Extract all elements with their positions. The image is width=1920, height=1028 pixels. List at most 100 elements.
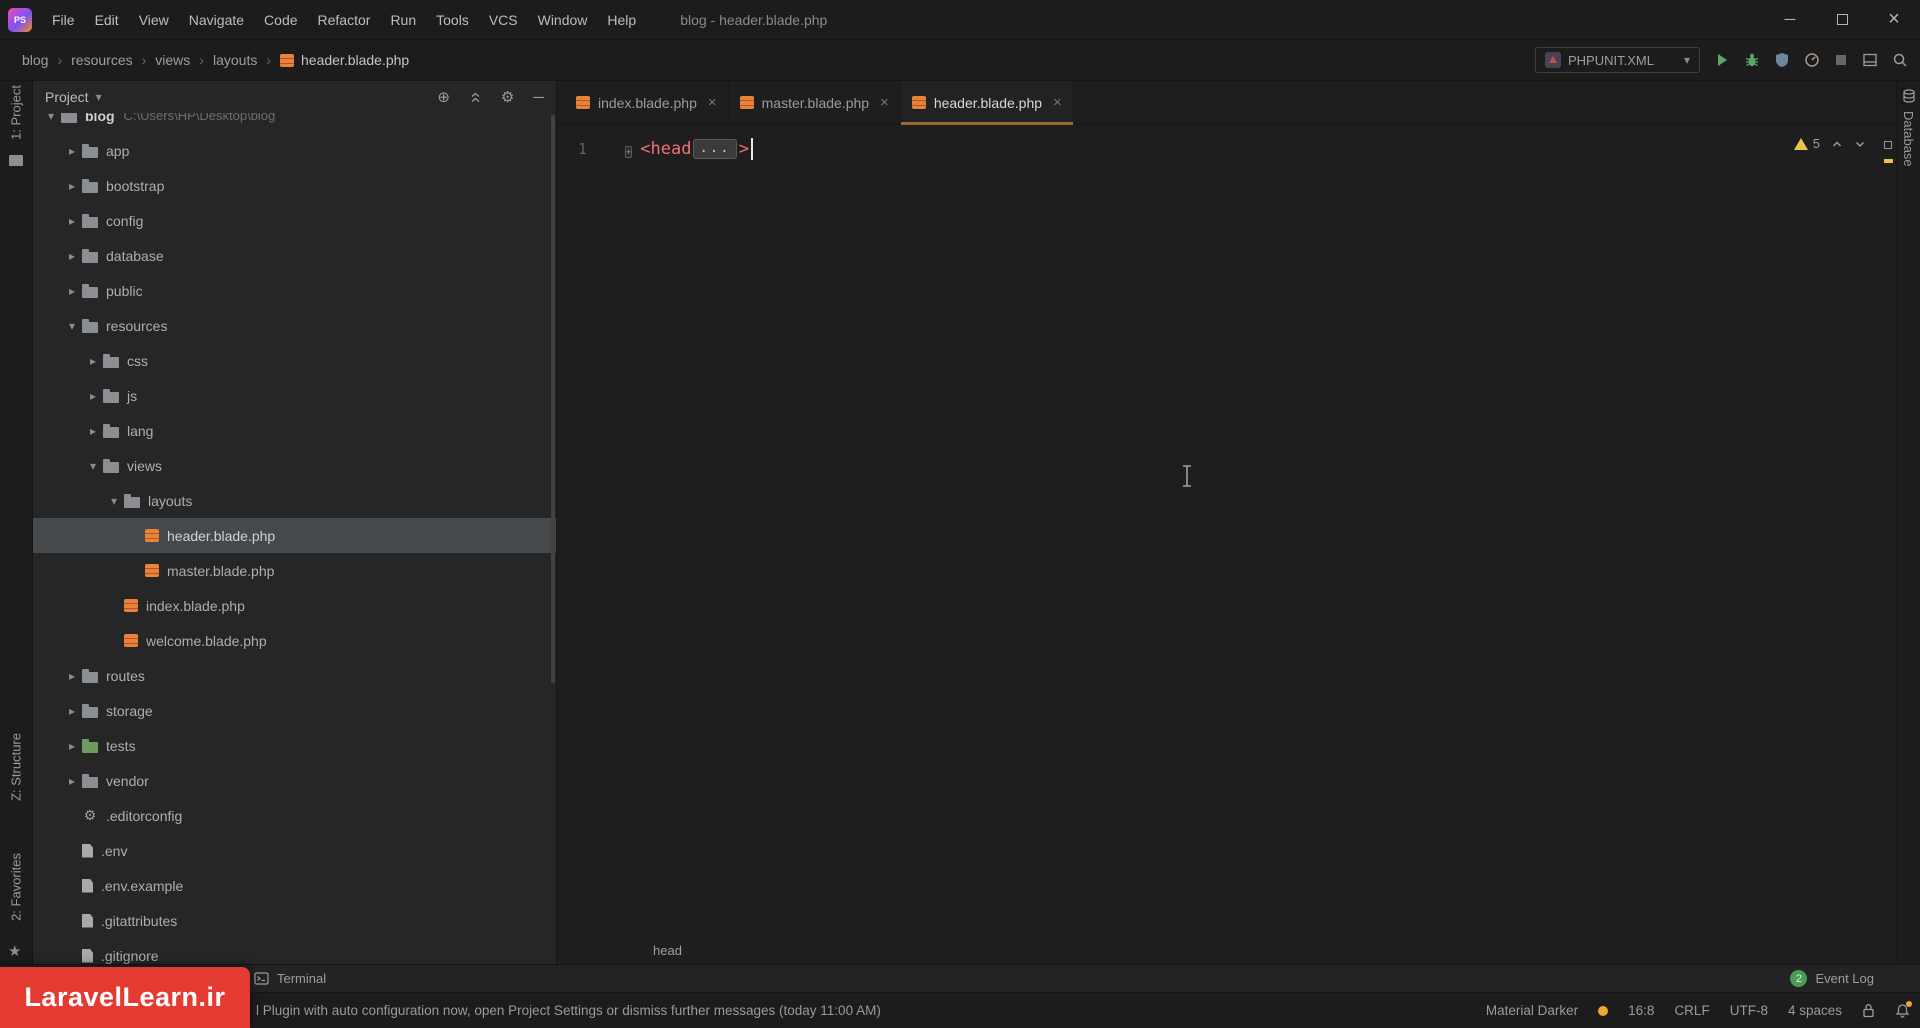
chevron-icon[interactable] bbox=[62, 739, 82, 753]
tree-item[interactable]: master.blade.php bbox=[33, 553, 556, 588]
menu-item[interactable]: Refactor bbox=[308, 7, 381, 33]
breadcrumb-item[interactable]: views bbox=[155, 52, 213, 68]
folder-icon[interactable] bbox=[9, 155, 23, 166]
menu-item[interactable]: Run bbox=[380, 7, 426, 33]
minimize-button[interactable]: ─ bbox=[1764, 0, 1816, 39]
tree-item[interactable]: public bbox=[33, 273, 556, 308]
next-problem-button[interactable] bbox=[1854, 138, 1866, 150]
menu-item[interactable]: Help bbox=[597, 7, 646, 33]
tree-item[interactable]: css bbox=[33, 343, 556, 378]
tab-close-icon[interactable]: × bbox=[880, 94, 889, 111]
tree-item[interactable]: storage bbox=[33, 693, 556, 728]
tree-item[interactable]: database bbox=[33, 238, 556, 273]
line-separator[interactable]: CRLF bbox=[1674, 1003, 1709, 1018]
tree-item[interactable]: welcome.blade.php bbox=[33, 623, 556, 658]
fold-marker-icon[interactable]: + bbox=[625, 145, 633, 158]
error-stripe-warning-mark[interactable] bbox=[1884, 159, 1893, 163]
status-message[interactable]: l Plugin with auto configuration now, op… bbox=[256, 1003, 881, 1018]
chevron-down-icon[interactable]: ▾ bbox=[96, 90, 102, 104]
maximize-button[interactable] bbox=[1816, 0, 1868, 39]
notifications-bell-icon[interactable] bbox=[1895, 1001, 1912, 1018]
breadcrumb-item[interactable]: blog bbox=[22, 52, 71, 68]
chevron-icon[interactable] bbox=[83, 459, 103, 473]
breadcrumb-file[interactable]: header.blade.php bbox=[280, 52, 409, 68]
locate-file-button[interactable]: ⊕ bbox=[437, 88, 450, 106]
prev-problem-button[interactable] bbox=[1831, 138, 1843, 150]
tree-item[interactable]: index.blade.php bbox=[33, 588, 556, 623]
chevron-icon[interactable] bbox=[62, 319, 82, 333]
menu-item[interactable]: VCS bbox=[479, 7, 528, 33]
tree-item[interactable]: js bbox=[33, 378, 556, 413]
chevron-icon[interactable] bbox=[83, 424, 103, 438]
tree-item[interactable]: tests bbox=[33, 728, 556, 763]
chevron-icon[interactable] bbox=[62, 144, 82, 158]
gear-icon[interactable]: ⚙ bbox=[501, 88, 514, 106]
menu-item[interactable]: Window bbox=[528, 7, 598, 33]
tree-item[interactable]: resources bbox=[33, 308, 556, 343]
theme-name[interactable]: Material Darker bbox=[1486, 1003, 1578, 1018]
tool-window-layout-button[interactable] bbox=[1862, 52, 1878, 68]
tab-close-icon[interactable]: × bbox=[1053, 94, 1062, 111]
tree-item[interactable]: .editorconfig bbox=[33, 798, 556, 833]
tab-close-icon[interactable]: × bbox=[708, 94, 717, 111]
indent-style[interactable]: 4 spaces bbox=[1788, 1003, 1842, 1018]
database-tool-button[interactable]: Database bbox=[1901, 111, 1916, 167]
scrollbar[interactable] bbox=[551, 115, 555, 683]
close-button[interactable]: × bbox=[1868, 0, 1920, 39]
editor[interactable]: 1 + <head ... > 5 bbox=[557, 125, 1896, 936]
chevron-icon[interactable] bbox=[83, 354, 103, 368]
structure-tool-button[interactable]: Z: Structure bbox=[9, 733, 24, 801]
tree-item[interactable]: views bbox=[33, 448, 556, 483]
tree-item[interactable]: header.blade.php bbox=[33, 518, 556, 553]
menu-item[interactable]: Edit bbox=[85, 7, 129, 33]
favorites-tool-button[interactable]: 2: Favorites bbox=[9, 853, 24, 921]
collapse-all-button[interactable] bbox=[469, 91, 482, 104]
tree-item[interactable]: .gitignore bbox=[33, 938, 556, 964]
tree-item[interactable]: .env.example bbox=[33, 868, 556, 903]
chevron-icon[interactable] bbox=[104, 494, 124, 508]
folded-region[interactable]: ... bbox=[693, 139, 737, 159]
tree-item[interactable]: vendor bbox=[33, 763, 556, 798]
editor-tab[interactable]: header.blade.php × bbox=[900, 81, 1074, 125]
search-everywhere-button[interactable] bbox=[1892, 52, 1908, 68]
tree-item[interactable]: app bbox=[33, 133, 556, 168]
stop-button[interactable] bbox=[1834, 53, 1848, 67]
theme-color-dot[interactable] bbox=[1598, 1005, 1609, 1016]
menu-item[interactable]: View bbox=[129, 7, 179, 33]
caret-position[interactable]: 16:8 bbox=[1628, 1003, 1654, 1018]
chevron-icon[interactable] bbox=[83, 389, 103, 403]
tree-item[interactable]: .env bbox=[33, 833, 556, 868]
menu-item[interactable]: Navigate bbox=[179, 7, 254, 33]
editor-breadcrumb-item[interactable]: head bbox=[653, 943, 682, 958]
run-button[interactable] bbox=[1714, 52, 1730, 68]
terminal-tool-button[interactable]: Terminal bbox=[254, 971, 326, 986]
run-configuration-select[interactable]: PHPUNIT.XML ▾ bbox=[1535, 47, 1700, 73]
tree-item[interactable]: lang bbox=[33, 413, 556, 448]
tree-item[interactable]: bootstrap bbox=[33, 168, 556, 203]
tree-item[interactable]: config bbox=[33, 203, 556, 238]
run-with-coverage-button[interactable] bbox=[1774, 52, 1790, 68]
breadcrumb-item[interactable]: layouts bbox=[213, 52, 280, 68]
menu-item[interactable]: Code bbox=[254, 7, 307, 33]
tree-item[interactable]: .gitattributes bbox=[33, 903, 556, 938]
debug-button[interactable] bbox=[1744, 52, 1760, 68]
chevron-icon[interactable] bbox=[62, 214, 82, 228]
chevron-icon[interactable] bbox=[62, 704, 82, 718]
chevron-icon[interactable] bbox=[62, 249, 82, 263]
inspection-status-icon[interactable] bbox=[1884, 141, 1892, 149]
lock-icon[interactable] bbox=[1862, 1003, 1875, 1018]
warnings-indicator[interactable]: 5 bbox=[1793, 136, 1820, 151]
project-tool-button[interactable]: 1: Project bbox=[9, 85, 24, 140]
tree-item[interactable]: layouts bbox=[33, 483, 556, 518]
hide-panel-button[interactable]: ─ bbox=[533, 89, 544, 106]
chevron-icon[interactable] bbox=[62, 774, 82, 788]
project-view-title[interactable]: Project bbox=[45, 89, 89, 105]
menu-item[interactable]: Tools bbox=[426, 7, 479, 33]
chevron-icon[interactable] bbox=[62, 284, 82, 298]
file-encoding[interactable]: UTF-8 bbox=[1730, 1003, 1768, 1018]
menu-item[interactable]: File bbox=[42, 7, 85, 33]
editor-tab[interactable]: master.blade.php × bbox=[729, 81, 901, 124]
editor-tab[interactable]: index.blade.php × bbox=[565, 81, 729, 124]
profiler-button[interactable] bbox=[1804, 52, 1820, 68]
tree-item[interactable]: routes bbox=[33, 658, 556, 693]
